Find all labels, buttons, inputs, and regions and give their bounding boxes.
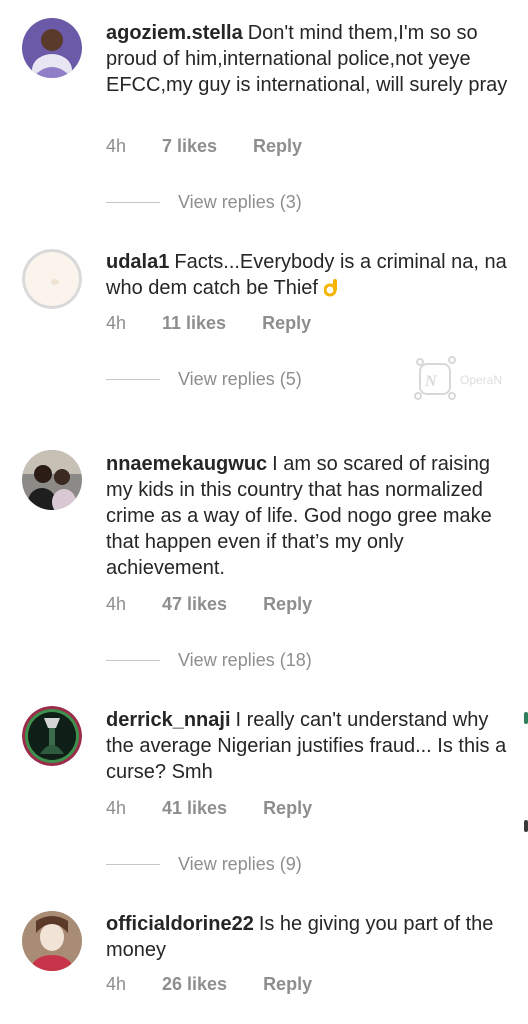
- edge-indicator: [524, 712, 528, 724]
- view-replies-button[interactable]: View replies (3): [106, 190, 302, 214]
- comment-username[interactable]: derrick_nnaji: [106, 709, 231, 731]
- comment-text: derrick_nnaji I really can't understand w…: [106, 707, 516, 785]
- operanews-watermark-icon: N OperaN: [412, 354, 528, 402]
- view-replies-button[interactable]: View replies (9): [106, 852, 302, 876]
- comment-meta: 4h 41 likes Reply: [106, 798, 312, 819]
- replies-divider: [106, 659, 160, 661]
- reply-button[interactable]: Reply: [253, 136, 302, 157]
- comment-text: nnaemekaugwuc I am so scared of raising m…: [106, 451, 516, 581]
- comment-meta: 4h 47 likes Reply: [106, 594, 312, 615]
- comment-likes[interactable]: 7 likes: [162, 136, 217, 157]
- comment-meta: 4h 11 likes Reply: [106, 313, 311, 334]
- view-replies-button[interactable]: View replies (18): [106, 648, 312, 672]
- avatar[interactable]: [22, 450, 82, 510]
- reply-button[interactable]: Reply: [263, 974, 312, 995]
- comment-likes[interactable]: 41 likes: [162, 798, 227, 819]
- comment-meta: 4h 26 likes Reply: [106, 974, 312, 995]
- comment-username[interactable]: udala1: [106, 251, 169, 273]
- reply-button[interactable]: Reply: [262, 313, 311, 334]
- svg-text:OperaN: OperaN: [460, 373, 502, 387]
- reply-button[interactable]: Reply: [263, 594, 312, 615]
- comment-time: 4h: [106, 594, 127, 614]
- comment-time: 4h: [106, 136, 127, 156]
- comment-username[interactable]: agoziem.stella: [106, 22, 243, 44]
- view-replies-label: View replies (5): [178, 368, 302, 389]
- avatar[interactable]: [22, 706, 82, 766]
- view-replies-label: View replies (9): [178, 853, 302, 874]
- reply-button[interactable]: Reply: [263, 798, 312, 819]
- comment-username[interactable]: officialdorine22: [106, 913, 254, 935]
- comment-text: udala1 Facts...Everybody is a criminal na…: [106, 249, 516, 301]
- comment-likes[interactable]: 11 likes: [162, 313, 226, 334]
- svg-text:N: N: [424, 373, 438, 390]
- replies-divider: [106, 378, 160, 380]
- comment-time: 4h: [106, 798, 127, 818]
- replies-divider: [106, 201, 160, 203]
- ok-hand-emoji-icon: [323, 277, 340, 297]
- view-replies-button[interactable]: View replies (5): [106, 367, 302, 391]
- avatar[interactable]: [22, 249, 82, 309]
- comment-text: agoziem.stella Don't mind them,I'm so so …: [106, 20, 516, 98]
- avatar[interactable]: [22, 911, 82, 971]
- replies-divider: [106, 863, 160, 865]
- view-replies-label: View replies (3): [178, 191, 302, 212]
- comment-text: officialdorine22 Is he giving you part of…: [106, 911, 516, 963]
- comment-time: 4h: [106, 313, 127, 333]
- avatar[interactable]: [22, 18, 82, 78]
- comment-likes[interactable]: 26 likes: [162, 974, 227, 995]
- edge-indicator: [524, 820, 528, 832]
- comment-time: 4h: [106, 974, 127, 994]
- comment-likes[interactable]: 47 likes: [162, 594, 227, 615]
- comment-username[interactable]: nnaemekaugwuc: [106, 453, 267, 475]
- comment-meta: 4h 7 likes Reply: [106, 136, 302, 157]
- view-replies-label: View replies (18): [178, 649, 312, 670]
